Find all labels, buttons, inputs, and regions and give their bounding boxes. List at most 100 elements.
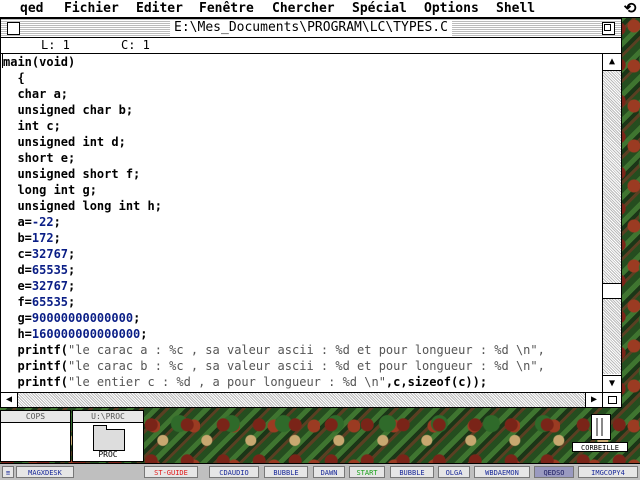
code-token: printf( — [3, 359, 69, 373]
vertical-scrollbar[interactable]: ▲ ▼ — [602, 54, 621, 392]
horizontal-scroll-track[interactable] — [18, 393, 585, 407]
menu-options[interactable]: Options — [424, 1, 479, 17]
menu-shell[interactable]: Shell — [496, 1, 535, 17]
code-token: 32767 — [31, 279, 69, 293]
code-token: e; — [53, 151, 76, 165]
code-token: c; — [39, 119, 61, 133]
menu-qed[interactable]: qed — [20, 1, 43, 17]
code-token: h; — [140, 199, 162, 213]
code-line: f=65535; — [1, 294, 602, 310]
code-token: "le carac a : %c , sa valeur ascii : %d … — [68, 343, 545, 357]
code-token: a= — [3, 215, 32, 229]
code-token: ; — [53, 231, 61, 245]
code-token: printf( — [3, 375, 69, 389]
code-line: long int g; — [1, 182, 602, 198]
code-token: e= — [3, 279, 32, 293]
code-token: ; — [53, 215, 61, 229]
code-token: main(void) — [3, 55, 76, 69]
code-token: unsigned long int — [17, 199, 141, 213]
mini-window-cops[interactable]: COPS — [0, 410, 71, 462]
scroll-left-arrow-icon[interactable]: ◀ — [1, 393, 18, 407]
code-token: short — [17, 151, 54, 165]
code-token: unsigned short — [17, 167, 119, 181]
code-token: -22 — [31, 215, 54, 229]
menu-editer[interactable]: Editer — [136, 1, 183, 17]
code-token: f; — [118, 167, 141, 181]
code-line: unsigned long int h; — [1, 198, 602, 214]
code-editor-area[interactable]: main(void) { char a; unsigned char b; in… — [1, 54, 602, 392]
code-token: unsigned char — [17, 103, 112, 117]
code-token: long int — [17, 183, 76, 197]
window-title-bar[interactable]: E:\Mes_Documents\PROGRAM\LC\TYPES.C — [1, 19, 621, 38]
code-line: b=172; — [1, 230, 602, 246]
taskbar: ≡ MAGXDESK ST-GUIDE CDAUDIO BUBBLE DAWN … — [0, 463, 640, 480]
code-token: ; — [68, 263, 76, 277]
close-box-icon[interactable] — [7, 22, 20, 35]
code-token: "le entier c : %d , a pour longueur : %d… — [68, 375, 386, 389]
taskbar-item-start[interactable]: START — [349, 466, 385, 478]
menu-special[interactable]: Spécial — [352, 1, 407, 17]
menu-chercher[interactable]: Chercher — [272, 1, 335, 17]
code-token: c= — [3, 247, 32, 261]
column-indicator: C: 1 — [121, 38, 150, 52]
taskbar-item-imgcopy4[interactable]: IMGCOPY4 — [578, 466, 638, 478]
menu-fichier[interactable]: Fichier — [64, 1, 119, 17]
line-indicator: L: 1 — [41, 38, 70, 52]
scroll-right-arrow-icon[interactable]: ▶ — [585, 393, 602, 407]
code-line: d=65535; — [1, 262, 602, 278]
scroll-down-arrow-icon[interactable]: ▼ — [603, 375, 621, 392]
taskbar-item-dawn[interactable]: DAWN — [313, 466, 345, 478]
scroll-up-arrow-icon[interactable]: ▲ — [603, 54, 621, 71]
code-line: unsigned short f; — [1, 166, 602, 182]
taskbar-item-bubble[interactable]: BUBBLE — [264, 466, 308, 478]
code-line: printf("le carac a : %c , sa valeur asci… — [1, 342, 602, 358]
code-token: "le carac b : %c , sa valeur ascii : %d … — [68, 359, 545, 373]
code-token: 90000000000000 — [31, 311, 134, 325]
menu-fenetre[interactable]: Fenêtre — [199, 1, 254, 17]
code-token: ; — [140, 327, 148, 341]
vertical-scroll-track[interactable] — [603, 71, 621, 374]
cursor-info-bar: L: 1 C: 1 — [1, 38, 621, 54]
taskbar-item-olga[interactable]: OLGA — [438, 466, 470, 478]
taskbar-menu-button[interactable]: ≡ — [2, 466, 14, 478]
taskbar-item-magxdesk[interactable]: MAGXDESK — [16, 466, 74, 478]
taskbar-item-qedso[interactable]: QEDSO — [534, 466, 574, 478]
code-token: h= — [3, 327, 32, 341]
folder-label: PROC — [98, 450, 118, 459]
code-token: ; — [68, 295, 76, 309]
code-token: unsigned int — [17, 135, 105, 149]
fullsize-box-icon[interactable] — [602, 22, 615, 35]
taskbar-item-cdaudio[interactable]: CDAUDIO — [209, 466, 259, 478]
vertical-scroll-thumb[interactable] — [603, 283, 621, 299]
taskbar-item-bubble-2[interactable]: BUBBLE — [390, 466, 434, 478]
code-token: ; — [133, 311, 141, 325]
resize-box-icon[interactable] — [602, 392, 621, 407]
code-line: e=32767; — [1, 278, 602, 294]
code-token: 172 — [31, 231, 54, 245]
code-line: printf("le entier c : %d , a pour longue… — [1, 374, 602, 390]
code-token: ; — [68, 279, 76, 293]
menu-bar: qed Fichier Editer Fenêtre Chercher Spéc… — [0, 0, 640, 18]
folder-icon[interactable] — [93, 425, 125, 451]
code-line: main(void) — [1, 54, 602, 70]
code-token: a; — [46, 87, 69, 101]
code-token: ,c, — [385, 375, 408, 389]
sync-arrows-icon[interactable]: ⟲ — [622, 0, 638, 17]
taskbar-item-wbdaemon[interactable]: WBDAEMON — [474, 466, 530, 478]
horizontal-scrollbar[interactable]: ◀ ▶ — [1, 392, 602, 407]
code-token: g= — [3, 311, 32, 325]
trash-icon[interactable] — [591, 414, 611, 440]
code-token: b= — [3, 231, 32, 245]
code-line: printf("le carac b : %c , sa valeur asci… — [1, 358, 602, 374]
code-token: d= — [3, 263, 32, 277]
mini-window-title: COPS — [1, 411, 70, 423]
code-token: int — [17, 119, 40, 133]
taskbar-item-st-guide[interactable]: ST-GUIDE — [144, 466, 198, 478]
trash-label: CORBEILLE — [572, 442, 628, 452]
mini-window-proc[interactable]: U:\PROC PROC — [72, 410, 144, 462]
